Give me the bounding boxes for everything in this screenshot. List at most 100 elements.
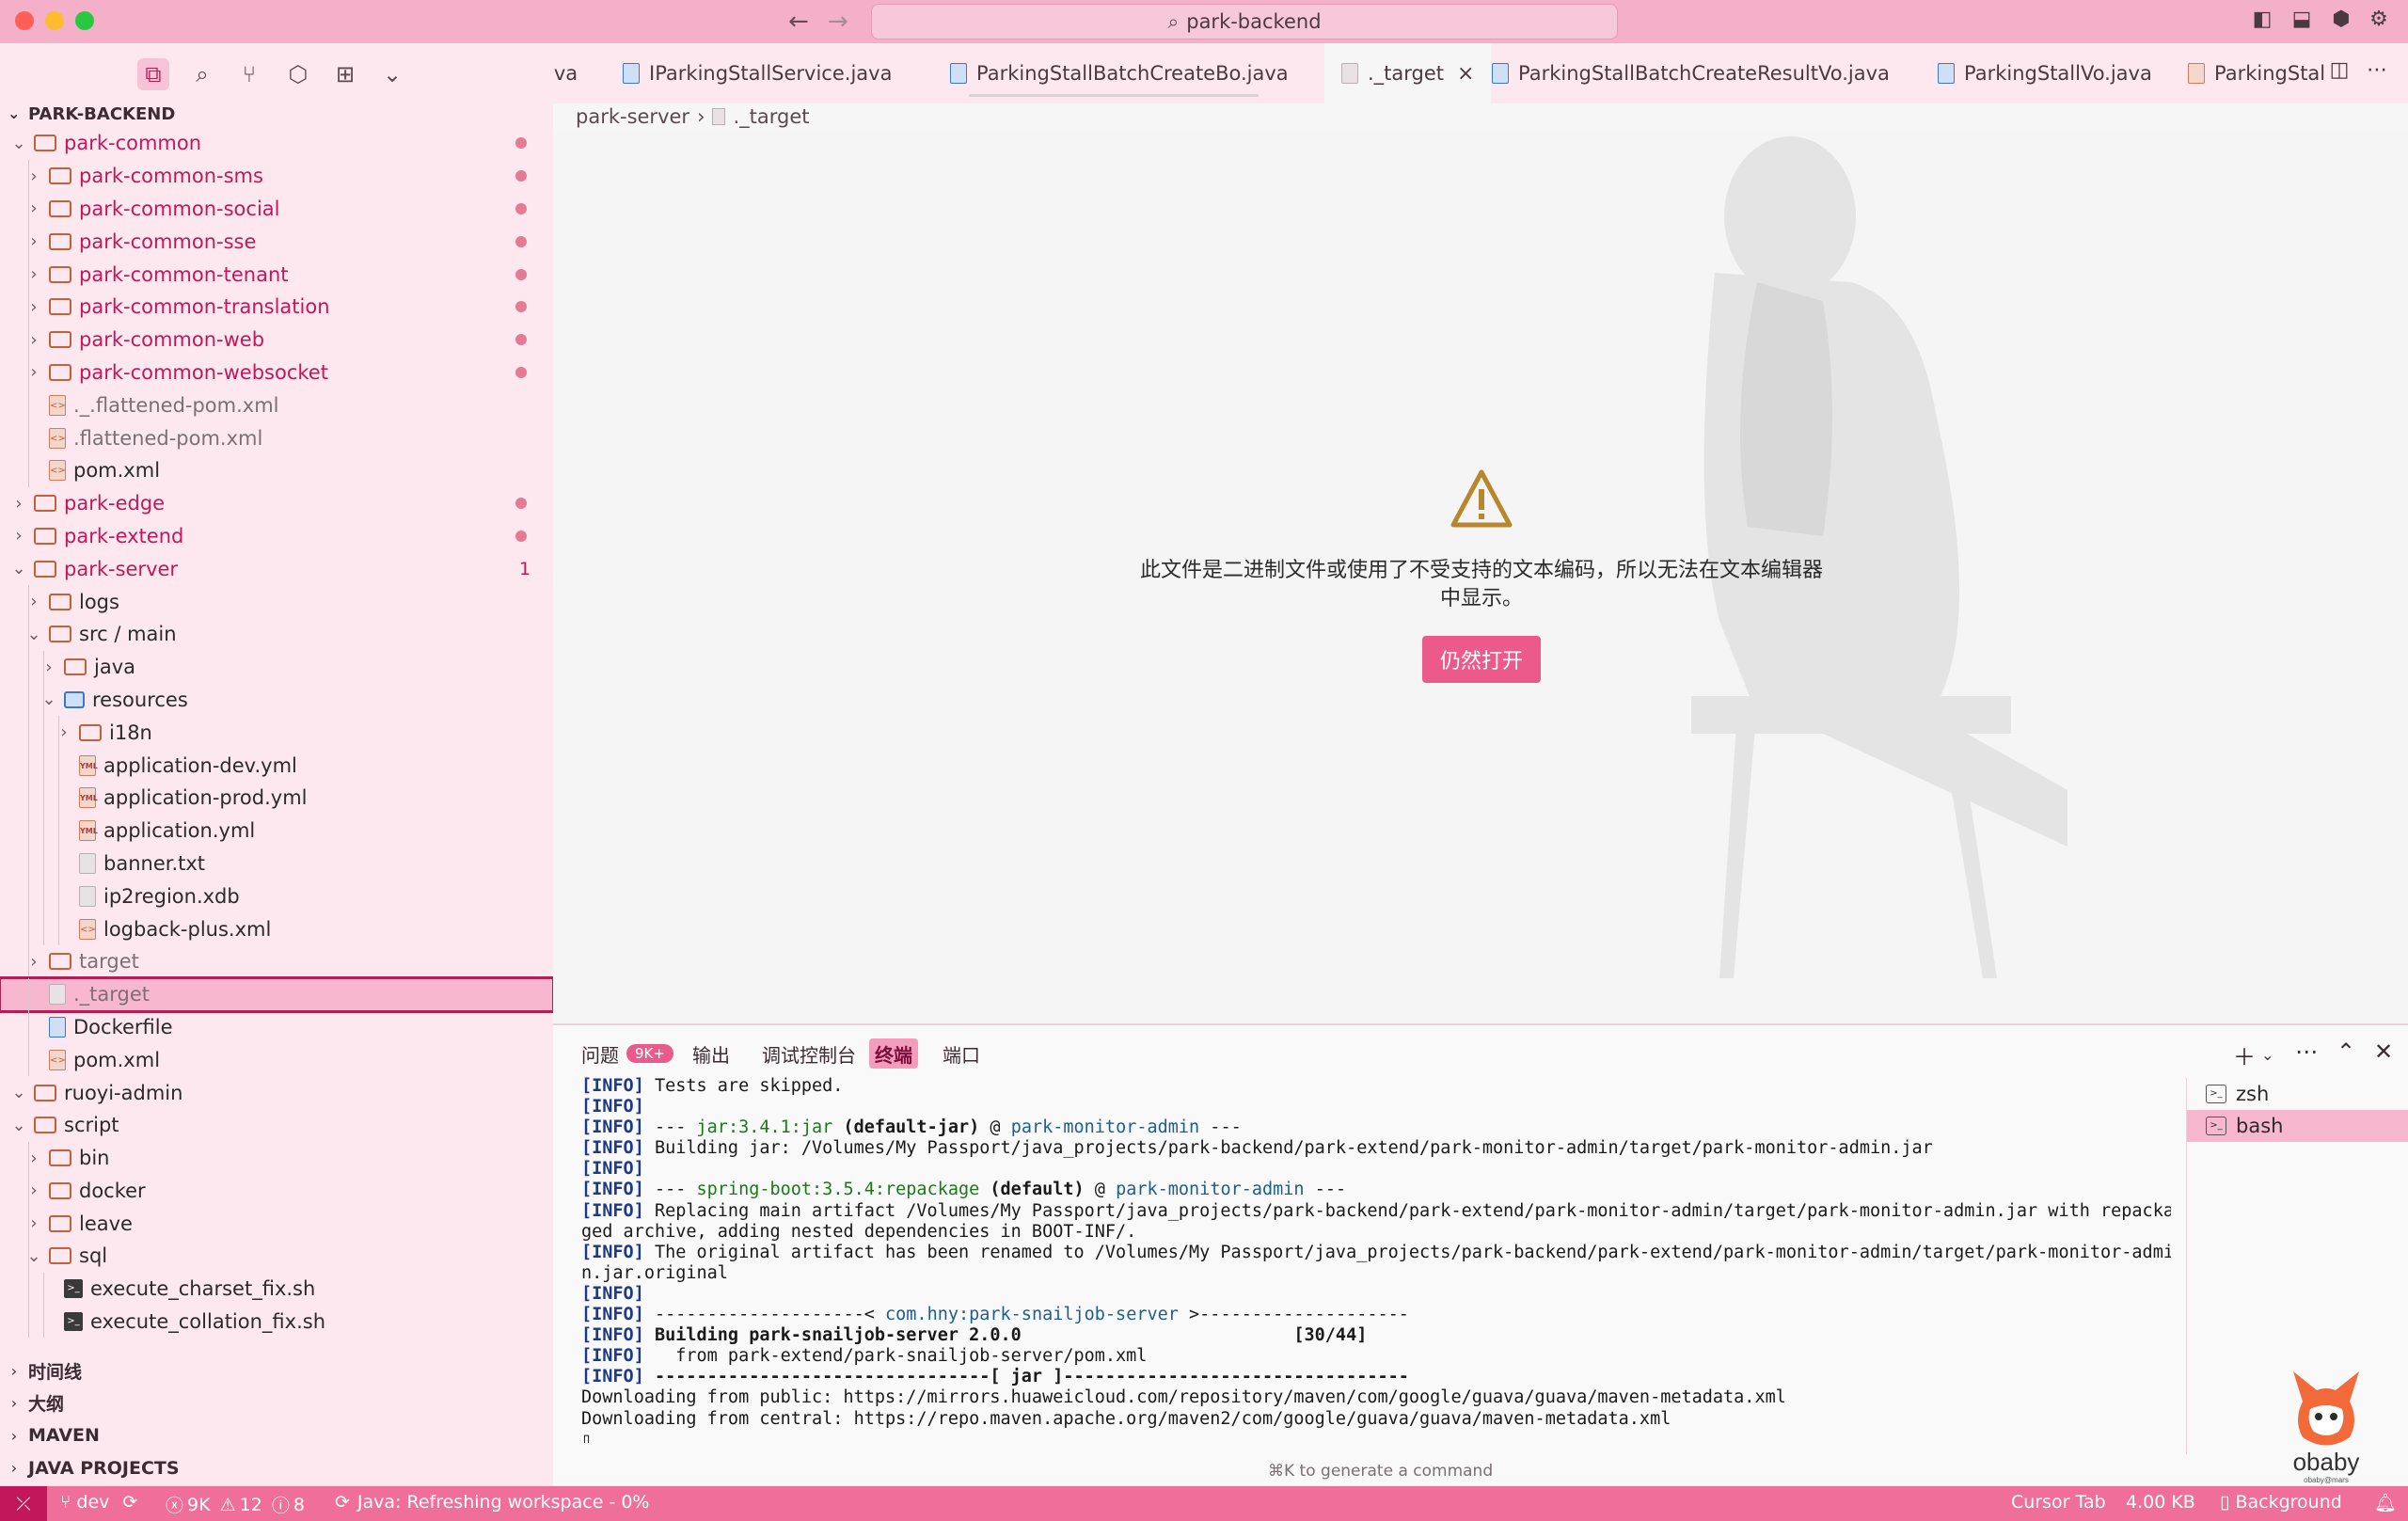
tree-folder[interactable]: › park-common-sms	[0, 159, 553, 193]
grid-extensions-icon[interactable]: ⊞	[329, 58, 361, 90]
notifications-bell-icon[interactable]: 🔔︎	[2374, 1492, 2397, 1513]
tree-folder[interactable]: › park-common-web	[0, 323, 553, 356]
chevron-right-icon[interactable]: ›	[24, 1213, 43, 1233]
chevron-right-icon[interactable]: ›	[24, 198, 43, 218]
tree-folder[interactable]: ⌄ src / main	[0, 617, 553, 651]
chevron-down-icon[interactable]: ⌄	[2261, 1046, 2273, 1064]
tree-file[interactable]: >_ execute_collation_fix.sh	[0, 1305, 553, 1339]
chevron-right-icon[interactable]: ›	[55, 722, 73, 742]
editor-tab[interactable]: ParkingStal	[2171, 43, 2342, 103]
tree-file[interactable]: <> pom.xml	[0, 1043, 553, 1077]
tree-folder[interactable]: › park-edge	[0, 487, 553, 520]
sidebar-section-header[interactable]: › 时间线	[0, 1355, 553, 1387]
background-status[interactable]: ▯ Background	[2220, 1492, 2342, 1513]
window-close-button[interactable]	[15, 11, 34, 30]
explorer-root-header[interactable]: ⌄ PARK-BACKEND	[0, 104, 553, 127]
branch-indicator[interactable]: ⑂ dev ⟳	[60, 1492, 137, 1513]
chevron-down-icon[interactable]: ⌄	[9, 134, 28, 153]
chevron-right-icon[interactable]: ›	[24, 264, 43, 284]
breadcrumb-file[interactable]: ._target	[733, 105, 809, 128]
tree-folder[interactable]: › park-common-social	[0, 192, 553, 226]
chevron-right-icon[interactable]: ›	[24, 952, 43, 972]
chevron-right-icon[interactable]: ›	[24, 1180, 43, 1200]
tree-file[interactable]: <> pom.xml	[0, 453, 553, 487]
source-control-icon[interactable]: ⑂	[233, 58, 265, 90]
sync-icon[interactable]: ⟳	[122, 1492, 137, 1513]
tree-folder[interactable]: › java	[0, 650, 553, 684]
close-panel-icon[interactable]: ✕	[2374, 1038, 2393, 1065]
extensions-package-icon[interactable]: ⬡	[282, 58, 314, 90]
chevron-down-icon[interactable]: ⌄	[9, 1116, 28, 1135]
tree-file[interactable]: <> .flattened-pom.xml	[0, 421, 553, 454]
tree-file[interactable]: YML application-dev.yml	[0, 749, 553, 782]
chevron-right-icon[interactable]: ›	[9, 494, 28, 514]
tree-file[interactable]: ip2region.xdb	[0, 879, 553, 913]
remote-indicator-icon[interactable]: ⤫	[0, 1486, 47, 1521]
window-minimize-button[interactable]	[45, 11, 64, 30]
more-actions-icon[interactable]: ⋯	[2365, 58, 2389, 85]
sidebar-section-header[interactable]: › 大纲	[0, 1387, 553, 1420]
split-editor-icon[interactable]: ◫	[2327, 58, 2352, 85]
sidebar-section-header[interactable]: › MAVEN	[0, 1419, 553, 1452]
tree-folder[interactable]: › park-common-tenant	[0, 258, 553, 291]
tree-file[interactable]: >_ execute_charset_fix.sh	[0, 1272, 553, 1306]
chevron-right-icon[interactable]: ›	[24, 1149, 43, 1168]
terminal-output[interactable]: [INFO] Tests are skipped. [INFO] [INFO] --…	[581, 1076, 2171, 1443]
tree-folder[interactable]: › logs	[0, 585, 553, 618]
back-arrow-icon[interactable]: ←	[788, 8, 809, 36]
chevron-down-icon[interactable]: ⌄	[9, 1083, 28, 1102]
settings-gear-icon[interactable]: ⚙	[2367, 8, 2391, 34]
tree-folder[interactable]: › leave	[0, 1207, 553, 1241]
search-view-icon[interactable]: ⌕	[186, 58, 218, 90]
chevron-down-icon[interactable]: ⌄	[24, 1246, 43, 1266]
chevron-right-icon[interactable]: ›	[24, 362, 43, 382]
tree-folder[interactable]: ⌄ resources	[0, 683, 553, 717]
tree-folder[interactable]: › bin	[0, 1141, 553, 1175]
chevron-right-icon[interactable]: ›	[40, 658, 58, 677]
more-actions-icon[interactable]: ⋯	[2295, 1038, 2318, 1065]
maximize-panel-chevron-up-icon[interactable]: ⌃	[2337, 1038, 2355, 1065]
tree-folder[interactable]: › park-common-sse	[0, 225, 553, 259]
terminal-instance-item[interactable]: >_ bash	[2187, 1110, 2408, 1142]
tab-debug-console[interactable]: 调试控制台	[756, 1038, 862, 1069]
tree-file[interactable]: <> logback-plus.xml	[0, 912, 553, 945]
open-anyway-button[interactable]: 仍然打开	[1422, 636, 1541, 683]
editor-tab[interactable]: ParkingStallVo.java	[1921, 43, 2169, 103]
command-center-search[interactable]: ⌕ park-backend	[871, 4, 1618, 40]
editor-tab[interactable]: ParkingStallBatchCreateResultVo.java	[1475, 43, 1907, 103]
tree-file[interactable]: Dockerfile	[0, 1010, 553, 1044]
chevron-right-icon[interactable]: ›	[24, 166, 43, 186]
chevron-down-icon[interactable]: ⌄	[40, 689, 58, 709]
chevron-down-icon[interactable]: ⌄	[24, 625, 43, 644]
tab-ports[interactable]: 端口	[937, 1038, 986, 1069]
tree-folder[interactable]: ⌄ script	[0, 1109, 553, 1142]
chevron-right-icon[interactable]: ›	[24, 592, 43, 611]
tree-file[interactable]: banner.txt	[0, 847, 553, 880]
tree-folder[interactable]: › park-extend	[0, 520, 553, 553]
java-status[interactable]: ⟳ Java: Refreshing workspace - 0%	[335, 1492, 649, 1513]
tree-file[interactable]: YML application-prod.yml	[0, 781, 553, 815]
tab-output[interactable]: 输出	[687, 1038, 736, 1069]
breadcrumb-folder[interactable]: park-server	[576, 105, 689, 128]
tree-file[interactable]: ._target	[0, 975, 553, 1013]
tree-file[interactable]: <> ._.flattened-pom.xml	[0, 388, 553, 422]
chevron-down-icon[interactable]: ⌄	[9, 559, 28, 578]
problems-indicator[interactable]: ⓧ 9K ⚠ 12 ⓘ 8	[166, 1492, 305, 1517]
editor-tab[interactable]: ._target ×	[1324, 43, 1492, 103]
toggle-panel-icon[interactable]: ⬓	[2289, 8, 2314, 34]
tree-folder[interactable]: › park-common-websocket	[0, 356, 553, 389]
chevron-right-icon[interactable]: ›	[24, 231, 43, 251]
tab-problems[interactable]: 问题 9K+	[576, 1038, 679, 1069]
tree-folder[interactable]: ⌄ ruoyi-admin	[0, 1076, 553, 1109]
tree-folder[interactable]: › target	[0, 944, 553, 978]
tree-folder[interactable]: › i18n	[0, 716, 553, 750]
explorer-icon[interactable]: ⧉	[137, 58, 169, 90]
editor-tab[interactable]: IParkingStallService.java	[606, 43, 909, 103]
new-terminal-plus-icon[interactable]: ＋	[2233, 1038, 2256, 1071]
tree-folder[interactable]: ⌄ park-common	[0, 127, 553, 160]
toggle-sidebar-icon[interactable]: ◧	[2250, 8, 2274, 34]
window-maximize-button[interactable]	[75, 11, 94, 30]
editor-tab[interactable]: ava	[553, 43, 594, 103]
tab-terminal[interactable]: 终端	[869, 1038, 918, 1069]
cube-icon[interactable]: ⬢	[2329, 8, 2353, 34]
